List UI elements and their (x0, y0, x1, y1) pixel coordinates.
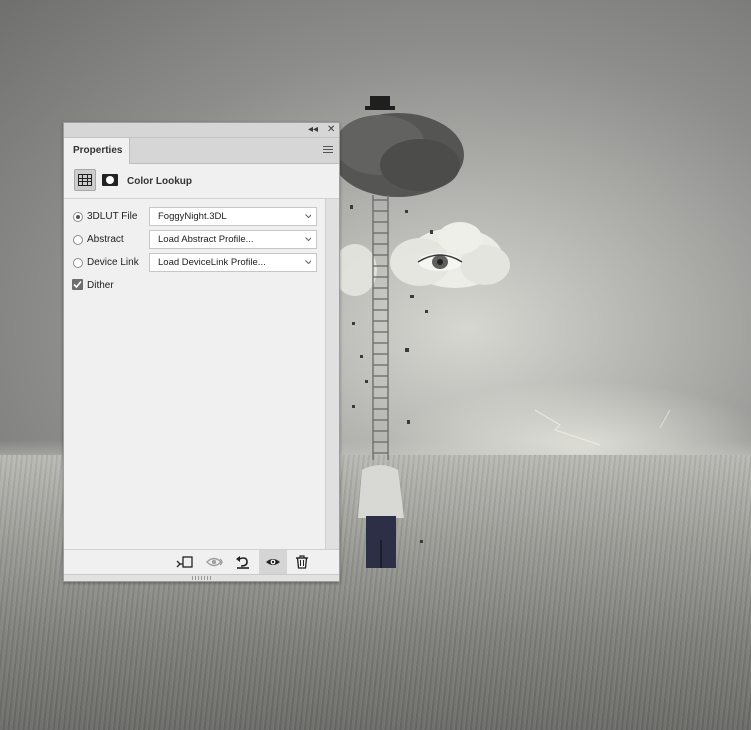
row-device-link: Device Link Load DeviceLink Profile... (64, 253, 324, 273)
reset-button[interactable] (229, 550, 257, 574)
label-abstract: Abstract (87, 234, 124, 245)
lightning-right (659, 409, 671, 429)
tree-canopy (332, 96, 464, 197)
standing-person (358, 465, 404, 568)
panel-tab-row: Properties (64, 138, 339, 164)
view-previous-state-button[interactable] (200, 550, 228, 574)
grip-icon (192, 576, 212, 580)
tab-properties[interactable]: Properties (64, 138, 130, 164)
checkmark-icon (73, 280, 82, 289)
layer-mask-icon[interactable] (102, 174, 118, 186)
cloud-eye (390, 222, 510, 288)
panel-scrollbar[interactable] (325, 199, 339, 549)
label-device-link: Device Link (87, 257, 139, 268)
select-3dlut-file[interactable]: FoggyNight.3DL (149, 207, 317, 226)
chevron-down-icon (305, 260, 311, 265)
radio-abstract[interactable] (73, 235, 83, 245)
row-abstract: Abstract Load Abstract Profile... (64, 230, 324, 250)
ladder (372, 195, 389, 460)
panel-menu-icon[interactable] (323, 146, 333, 154)
close-icon[interactable]: ✕ (327, 124, 335, 136)
radio-3dlut-file[interactable] (73, 212, 83, 222)
label-3dlut-file: 3DLUT File (87, 211, 138, 222)
panel-bottom-toolbar (64, 549, 339, 574)
clip-to-layer-icon (176, 556, 193, 568)
select-device-link-value: Load DeviceLink Profile... (158, 257, 266, 268)
view-previous-state-icon (206, 557, 223, 567)
select-device-link[interactable]: Load DeviceLink Profile... (149, 253, 317, 272)
select-3dlut-file-value: FoggyNight.3DL (158, 211, 227, 222)
reset-icon (236, 556, 249, 569)
label-dither: Dither (87, 280, 114, 291)
collapse-icon[interactable]: ◂◂ (308, 124, 318, 136)
row-dither: Dither (64, 276, 324, 296)
adjustment-header: Color Lookup (64, 164, 339, 199)
lightning (534, 409, 601, 446)
delete-button[interactable] (289, 550, 317, 574)
properties-panel: ◂◂ ✕ Properties Color Lookup 3DLUT File … (63, 122, 340, 582)
clip-to-layer-button[interactable] (170, 550, 198, 574)
panel-resize-handle[interactable] (64, 574, 339, 581)
visibility-eye-icon (266, 559, 280, 565)
color-lookup-adjustment-icon[interactable] (74, 169, 96, 191)
toggle-visibility-button[interactable] (259, 550, 287, 574)
trash-icon (296, 555, 308, 569)
dither-checkbox[interactable] (72, 279, 83, 290)
color-lookup-options: 3DLUT File FoggyNight.3DL Abstract Load … (64, 199, 324, 549)
row-3dlut-file: 3DLUT File FoggyNight.3DL (64, 207, 324, 227)
panel-titlebar[interactable]: ◂◂ ✕ (64, 123, 339, 138)
chevron-down-icon (305, 214, 311, 219)
chevron-down-icon (305, 237, 311, 242)
adjustment-title: Color Lookup (127, 176, 192, 187)
radio-device-link[interactable] (73, 258, 83, 268)
select-abstract-value: Load Abstract Profile... (158, 234, 254, 245)
select-abstract[interactable]: Load Abstract Profile... (149, 230, 317, 249)
